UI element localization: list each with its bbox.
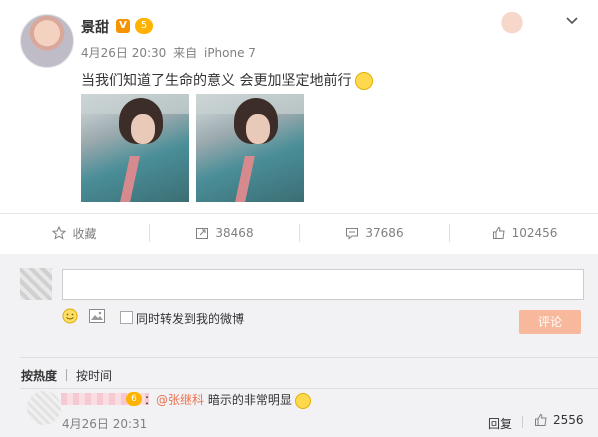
forward-checkbox[interactable] xyxy=(120,311,133,324)
post-meta: 4月26日 20:30 来自 iPhone 7 xyxy=(81,44,259,61)
comment-like-button[interactable]: 2556 xyxy=(534,413,584,427)
comment-action-separator xyxy=(522,416,523,428)
post-source[interactable]: iPhone 7 xyxy=(204,46,256,60)
comment-input[interactable] xyxy=(62,269,584,300)
reply-button[interactable]: 回复 xyxy=(488,415,512,432)
verified-icon: V xyxy=(116,19,130,33)
current-user-avatar xyxy=(20,268,52,300)
comment-mention-link[interactable]: @张继科 xyxy=(156,393,204,407)
comment-button[interactable]: 37686 xyxy=(300,218,449,248)
divider xyxy=(20,357,598,358)
level-badge: 5 xyxy=(135,18,153,34)
repost-button[interactable]: 38468 xyxy=(150,218,299,248)
forward-label: 同时转发到我的微博 xyxy=(136,312,245,326)
post-text: 当我们知道了生命的意义 会更加坚定地前行 xyxy=(81,70,374,90)
post-image-1[interactable] xyxy=(81,94,189,202)
thumbs-up-icon xyxy=(535,413,547,426)
post-image-2[interactable] xyxy=(196,94,304,202)
commenter-avatar[interactable] xyxy=(27,391,61,425)
user-avatar[interactable] xyxy=(20,14,74,68)
comment-date: 4月26日 20:31 xyxy=(62,417,148,431)
comment-text: ：@张继科 暗示的非常明显 xyxy=(144,391,311,409)
post-timestamp[interactable]: 4月26日 20:30 xyxy=(81,46,166,60)
like-button[interactable]: 102456 xyxy=(450,218,598,248)
action-bar: 收藏 38468 37686 102456 xyxy=(0,218,598,248)
chevron-down-icon[interactable] xyxy=(565,14,579,28)
comment-icon xyxy=(346,228,359,240)
star-icon xyxy=(52,226,67,240)
sort-by-time-tab[interactable]: 按时间 xyxy=(76,367,112,384)
divider xyxy=(0,213,598,214)
sort-separator xyxy=(66,369,67,381)
image-icon[interactable] xyxy=(89,309,105,323)
repost-icon xyxy=(196,228,209,239)
emoji-icon xyxy=(294,392,311,409)
sort-by-hot-tab[interactable]: 按热度 xyxy=(21,367,57,384)
commenter-level-badge: 6 xyxy=(126,392,142,406)
post-username[interactable]: 景甜 xyxy=(81,17,109,37)
post-source-prefix: 来自 xyxy=(173,46,198,60)
thumbs-up-icon xyxy=(492,226,505,239)
submit-comment-button[interactable]: 评论 xyxy=(519,310,581,334)
decorative-avatar xyxy=(486,10,538,38)
comment-like-count: 2556 xyxy=(553,413,584,427)
smile-icon[interactable] xyxy=(62,308,78,324)
divider xyxy=(20,388,598,389)
favorite-button[interactable]: 收藏 xyxy=(0,218,149,248)
grin-emoji-icon xyxy=(355,72,374,90)
